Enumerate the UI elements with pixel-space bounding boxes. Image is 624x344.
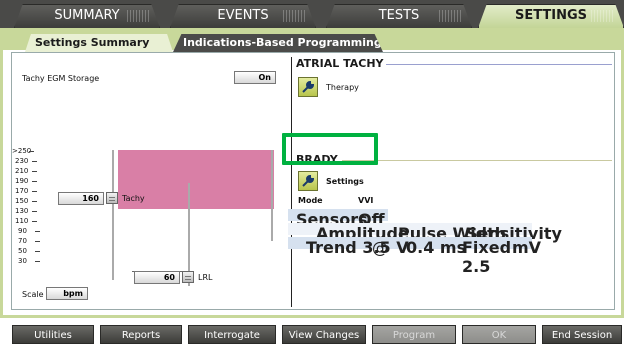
tab-events[interactable]: EVENTS (170, 4, 316, 28)
tachy-rate-button[interactable]: 160 (58, 192, 104, 205)
atrial-tachy-rule (386, 64, 612, 65)
therapy-label: Therapy (326, 83, 359, 92)
tachy-egm-storage-label: Tachy EGM Storage (22, 74, 100, 83)
tick-label: 70 (18, 237, 40, 245)
wrench-icon (302, 80, 315, 93)
tick-label: 50 (18, 247, 40, 255)
subtab-ibp-label: Indications-Based Programming (183, 36, 382, 49)
lrl-guide-right (271, 183, 273, 241)
pulse-width-value: 0.4 ms (406, 238, 467, 257)
tick-label: 30 (18, 257, 40, 265)
tick-label: >250 (12, 147, 35, 155)
sensitivity-unit: mV (512, 238, 542, 257)
at-symbol: @ (372, 238, 388, 257)
lrl-drag-handle[interactable] (182, 271, 194, 283)
tab-settings-label: SETTINGS (514, 8, 588, 23)
tick-label: 230 (15, 157, 38, 165)
tick-label: 130 (15, 207, 38, 215)
wrench-icon (302, 174, 315, 187)
therapy-button[interactable] (298, 77, 318, 97)
end-session-button[interactable]: End Session (542, 325, 622, 344)
reports-button[interactable]: Reports (100, 325, 182, 344)
brady-rule (342, 160, 612, 161)
tick-label: 190 (15, 177, 38, 185)
tab-settings[interactable]: SETTINGS (478, 4, 624, 28)
panel-divider (291, 57, 292, 307)
scale-button[interactable]: bpm (46, 287, 88, 300)
tick-label: 110 (15, 217, 38, 225)
lrl-rate-value: 60 (163, 273, 175, 282)
tab-summary[interactable]: SUMMARY (14, 4, 160, 28)
tab-tests[interactable]: TESTS (326, 4, 472, 28)
utilities-button[interactable]: Utilities (12, 325, 94, 344)
settings-frame: Settings Summary Indications-Based Progr… (0, 28, 624, 318)
sensors-row: Sensors Off (288, 209, 388, 229)
lrl-label: LRL (198, 273, 213, 282)
subtab-settings-summary[interactable]: Settings Summary (25, 34, 173, 52)
program-button[interactable]: Program (372, 325, 456, 344)
pacing-header-row: Amplitude Pulse Width Sensitivity (288, 223, 562, 243)
tachy-label: Tachy (122, 194, 145, 203)
grip-icon (127, 10, 149, 22)
tick-label: 90 (18, 227, 40, 235)
mode-value: VVI (358, 196, 374, 205)
tachy-rate-value: 160 (82, 194, 99, 203)
top-tab-bar: SUMMARY EVENTS TESTS SETTINGS (0, 0, 624, 28)
tachy-egm-storage-value: On (258, 73, 272, 82)
end-session-label: End Session (551, 330, 613, 341)
utilities-label: Utilities (34, 330, 72, 341)
tab-events-label: EVENTS (217, 8, 269, 23)
subtab-settings-summary-label: Settings Summary (35, 36, 150, 49)
tab-summary-label: SUMMARY (54, 8, 120, 23)
scale-label: Scale (22, 290, 44, 299)
interrogate-label: Interrogate (204, 330, 260, 341)
grip-icon (439, 10, 461, 22)
reports-label: Reports (121, 330, 161, 341)
grip-icon (283, 10, 305, 22)
brady-settings-button[interactable] (298, 171, 318, 191)
ok-button[interactable]: OK (462, 325, 536, 344)
scale-value: bpm (63, 289, 83, 298)
subtab-indications-based-programming[interactable]: Indications-Based Programming (173, 34, 383, 52)
tachy-egm-storage-button[interactable]: On (234, 71, 276, 84)
tab-tests-label: TESTS (378, 8, 420, 23)
settings-panel: Tachy EGM Storage On >250 230 210 190 17… (11, 52, 615, 310)
tick-label: 170 (15, 187, 38, 195)
tick-label: 210 (15, 167, 38, 175)
atrial-tachy-title: ATRIAL TACHY (296, 57, 384, 70)
ok-label: OK (491, 330, 507, 341)
mode-label: Mode (298, 196, 323, 205)
interrogate-button[interactable]: Interrogate (188, 325, 276, 344)
brady-settings-label: Settings (326, 177, 364, 186)
bottom-toolbar: Utilities Reports Interrogate View Chang… (0, 318, 624, 344)
settings-highlight (282, 133, 378, 165)
tachy-guide-left (112, 150, 114, 280)
program-label: Program (392, 330, 436, 341)
tachy-drag-handle[interactable] (106, 192, 118, 204)
grip-icon (591, 10, 613, 22)
pacing-values-row: Trend 3.5 V @ 0.4 ms Fixed 2.5 mV (288, 237, 541, 276)
amplitude-value: Trend 3.5 V (306, 238, 409, 257)
tick-label: 150 (15, 197, 38, 205)
view-changes-button[interactable]: View Changes (282, 325, 366, 344)
lrl-rate-button[interactable]: 60 (134, 271, 180, 284)
view-changes-label: View Changes (288, 330, 360, 341)
